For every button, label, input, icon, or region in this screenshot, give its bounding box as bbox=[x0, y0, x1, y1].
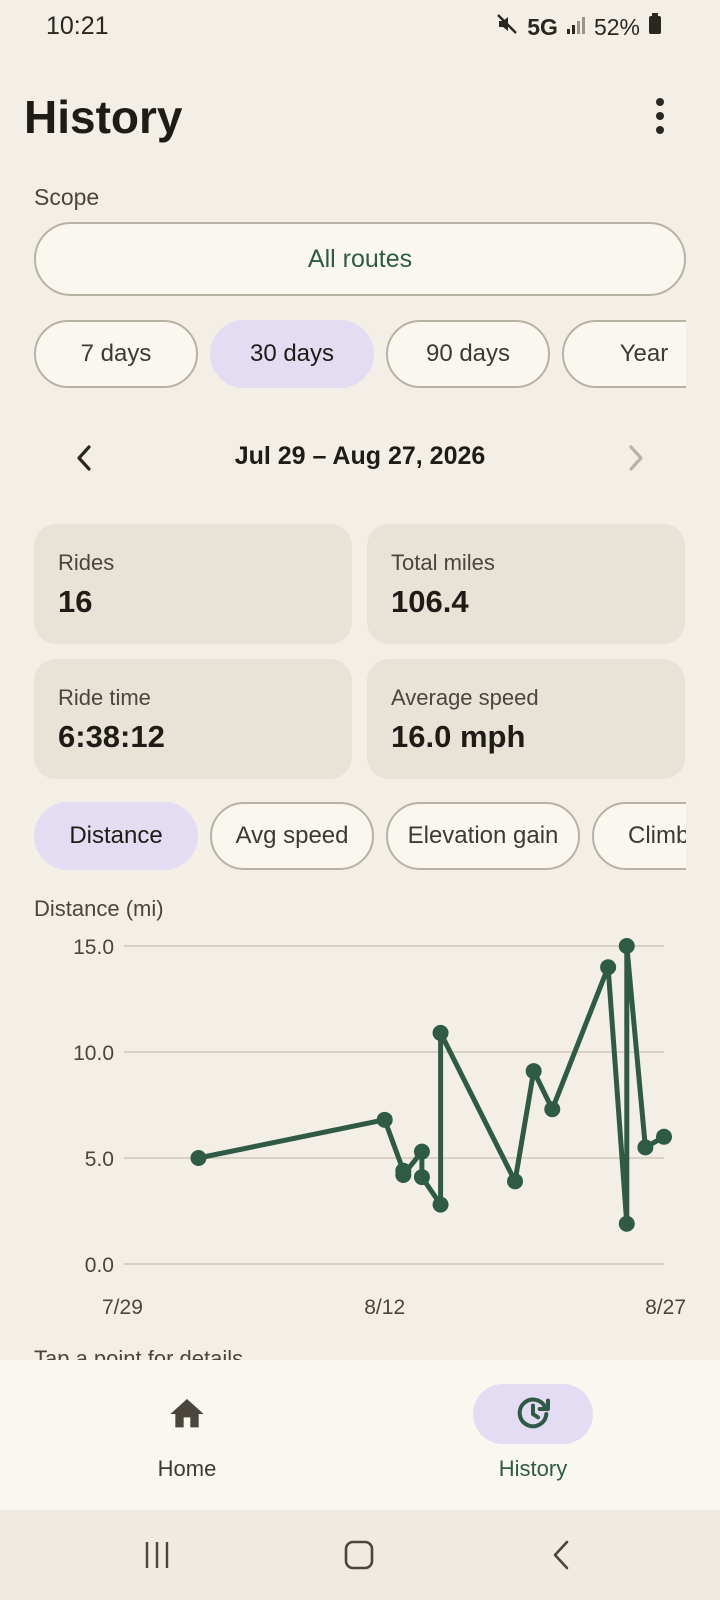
status-bar: 10:21 5G 52% bbox=[0, 0, 720, 52]
nav-item-home[interactable]: Home bbox=[107, 1384, 267, 1494]
y-tick-label: 0.0 bbox=[85, 1254, 114, 1277]
stat-card-ride-time: Ride time 6:38:12 bbox=[34, 659, 352, 779]
recent-apps-button[interactable] bbox=[132, 1532, 182, 1578]
status-time: 10:21 bbox=[46, 12, 109, 40]
date-range-label: Jul 29 – Aug 27, 2026 bbox=[234, 442, 486, 470]
back-chevron-icon bbox=[553, 1540, 569, 1570]
data-point[interactable] bbox=[637, 1139, 654, 1156]
stat-label: Average speed bbox=[391, 685, 539, 710]
y-tick-label: 5.0 bbox=[85, 1148, 114, 1171]
data-point[interactable] bbox=[395, 1166, 412, 1183]
data-point[interactable] bbox=[544, 1101, 561, 1118]
nav-icon-container bbox=[127, 1384, 247, 1444]
page-title: History bbox=[24, 91, 183, 143]
stat-label: Total miles bbox=[391, 550, 495, 575]
data-point[interactable] bbox=[413, 1169, 430, 1186]
next-period-button[interactable] bbox=[616, 438, 656, 478]
data-point[interactable] bbox=[376, 1111, 393, 1128]
stat-card-total-miles: Total miles 106.4 bbox=[367, 524, 685, 644]
data-point[interactable] bbox=[413, 1143, 430, 1160]
data-point[interactable] bbox=[507, 1173, 524, 1190]
distance-series-line bbox=[196, 943, 667, 1227]
range-chip-year[interactable]: Year bbox=[562, 320, 686, 388]
data-point[interactable] bbox=[432, 1024, 449, 1041]
network-label: 5G bbox=[527, 13, 558, 40]
back-system-button[interactable] bbox=[536, 1532, 586, 1578]
stat-card-average-speed: Average speed 16.0 mph bbox=[367, 659, 685, 779]
nav-item-history[interactable]: History bbox=[453, 1384, 613, 1494]
nav-icon-container bbox=[473, 1384, 593, 1444]
battery-icon bbox=[648, 13, 662, 41]
more-options-button[interactable] bbox=[640, 96, 680, 136]
stat-value: 16 bbox=[58, 584, 93, 619]
stat-card-rides: Rides 16 bbox=[34, 524, 352, 644]
range-chip-7-days[interactable]: 7 days bbox=[34, 320, 198, 388]
range-chip-30-days[interactable]: 30 days bbox=[210, 320, 374, 388]
system-navigation-bar bbox=[0, 1510, 720, 1600]
bottom-navigation: Home History bbox=[0, 1360, 720, 1510]
metric-chip-elevation-gain[interactable]: Elevation gain bbox=[386, 802, 580, 870]
y-tick-label: 10.0 bbox=[73, 1042, 114, 1065]
stat-label: Rides bbox=[58, 550, 115, 575]
chevron-right-icon bbox=[629, 445, 643, 471]
date-navigator: Jul 29 – Aug 27, 2026 bbox=[34, 430, 686, 484]
data-point[interactable] bbox=[618, 1215, 635, 1232]
recent-apps-icon bbox=[145, 1542, 169, 1568]
battery-label: 52% bbox=[593, 13, 640, 40]
metric-chip-distance[interactable]: Distance bbox=[34, 802, 198, 870]
stat-value: 6:38:12 bbox=[58, 719, 165, 754]
history-icon bbox=[517, 1397, 550, 1429]
nav-label-home: Home bbox=[157, 1456, 217, 1481]
signal-icon bbox=[566, 14, 586, 41]
scope-dropdown[interactable]: All routes bbox=[34, 222, 686, 296]
data-point[interactable] bbox=[432, 1196, 449, 1213]
data-point[interactable] bbox=[190, 1150, 207, 1166]
data-point[interactable] bbox=[656, 1128, 672, 1145]
metric-chip-climb[interactable]: Climb bbox=[592, 802, 686, 870]
nav-label-history: History bbox=[498, 1456, 568, 1481]
x-tick-label: 7/29 bbox=[102, 1296, 143, 1319]
stat-value: 16.0 mph bbox=[391, 719, 526, 754]
data-point[interactable] bbox=[525, 1063, 542, 1080]
data-point[interactable] bbox=[618, 938, 635, 954]
x-tick-label: 8/27 bbox=[645, 1296, 686, 1319]
home-square-icon bbox=[344, 1540, 374, 1570]
stat-label: Ride time bbox=[58, 685, 151, 710]
home-system-button[interactable] bbox=[334, 1532, 384, 1578]
mute-icon bbox=[495, 12, 519, 42]
more-vert-icon bbox=[656, 98, 664, 106]
data-point[interactable] bbox=[600, 959, 617, 976]
metric-chip-row: Distance Avg speed Elevation gain Climb bbox=[34, 802, 686, 870]
distance-chart: Distance (mi) 0.0 5.0 10.0 15.0 7/29 8/12 8/27 bbox=[0, 890, 720, 1360]
x-tick-label: 8/12 bbox=[364, 1296, 405, 1319]
range-chip-90-days[interactable]: 90 days bbox=[386, 320, 550, 388]
chart-canvas[interactable]: 0.0 5.0 10.0 15.0 7/29 8/12 8/27 bbox=[0, 890, 720, 1360]
y-tick-label: 15.0 bbox=[73, 936, 114, 959]
metric-chip-avg-speed[interactable]: Avg speed bbox=[210, 802, 374, 870]
scope-label: Scope bbox=[34, 184, 100, 210]
status-indicators: 5G 52% bbox=[495, 12, 662, 42]
home-icon bbox=[170, 1399, 204, 1428]
stat-value: 106.4 bbox=[391, 584, 469, 619]
range-chip-row: 7 days 30 days 90 days Year bbox=[34, 320, 686, 388]
